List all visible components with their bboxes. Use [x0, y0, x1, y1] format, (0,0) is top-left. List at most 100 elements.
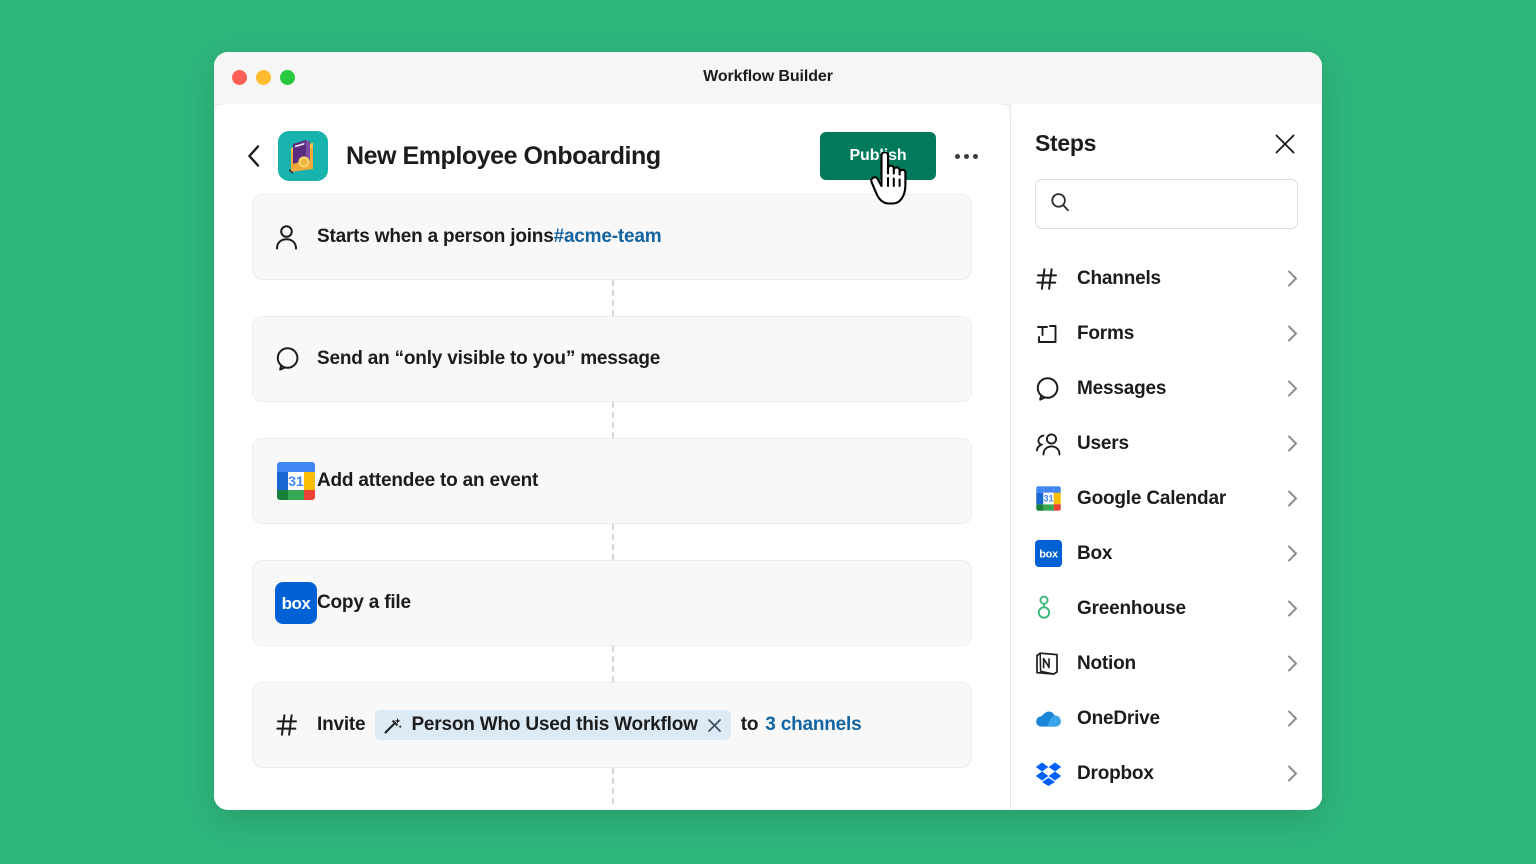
- step-connector: [252, 768, 972, 804]
- dropbox-icon: [1035, 761, 1077, 786]
- workflow-step-message[interactable]: Send an “only visible to you” message: [252, 316, 972, 402]
- step-text-before: Starts when a person joins: [317, 226, 554, 247]
- publish-button[interactable]: Publish: [820, 132, 936, 180]
- message-bubble-glyph: [1036, 376, 1059, 401]
- hash-glyph: [1036, 267, 1057, 290]
- message-bubble-glyph: [276, 347, 299, 371]
- chevron-right-glyph: [1288, 325, 1297, 342]
- chevron-right-icon: [1287, 765, 1298, 782]
- chevron-right-glyph: [1288, 765, 1297, 782]
- notion-icon: [1035, 651, 1077, 676]
- sidebar-item-users[interactable]: Users: [1035, 416, 1298, 471]
- more-options-button[interactable]: [952, 142, 980, 170]
- google-calendar-icon: 31: [275, 460, 317, 502]
- step-connector: [252, 402, 972, 438]
- users-glyph: [1035, 432, 1061, 455]
- workflow-notebook-icon: [278, 131, 328, 181]
- hash-glyph: [276, 714, 297, 736]
- svg-text:box: box: [1039, 548, 1058, 560]
- form-text-icon: [1035, 322, 1077, 346]
- sidebar-item-label: Channels: [1077, 267, 1161, 289]
- step-connector: [252, 524, 972, 560]
- onedrive-icon: [1035, 709, 1077, 729]
- google-calendar-glyph: 31: [277, 462, 315, 500]
- workflow-variable-chip[interactable]: Person Who Used this Workflow: [375, 710, 731, 740]
- chevron-right-glyph: [1288, 655, 1297, 672]
- channel-link[interactable]: #acme-team: [554, 226, 662, 248]
- workflow-step-calendar[interactable]: 31 Add attendee to an event: [252, 438, 972, 524]
- notion-glyph: [1036, 652, 1058, 675]
- sidebar-item-google-calendar[interactable]: 31 Google Calendar: [1035, 471, 1298, 526]
- app-window: Workflow Builder New Employee Onboarding…: [214, 52, 1322, 810]
- chevron-right-icon: [1287, 435, 1298, 452]
- chevron-right-glyph: [1288, 600, 1297, 617]
- sidebar-item-label: Greenhouse: [1077, 597, 1186, 619]
- channels-count-link[interactable]: 3 channels: [765, 714, 861, 736]
- onedrive-glyph: [1036, 711, 1061, 727]
- sidebar-item-label: OneDrive: [1077, 707, 1160, 729]
- magic-wand-icon: [383, 716, 403, 735]
- box-glyph: box: [1035, 540, 1062, 567]
- magic-wand-glyph: [384, 717, 403, 733]
- sidebar-item-forms[interactable]: Forms: [1035, 306, 1298, 361]
- chevron-right-icon: [1287, 270, 1298, 287]
- step-connector: [252, 646, 972, 682]
- sidebar-item-label: Box: [1077, 542, 1113, 564]
- header-actions: Publish: [820, 132, 984, 180]
- sidebar-item-box[interactable]: box Box: [1035, 526, 1298, 581]
- chevron-right-glyph: [1288, 545, 1297, 562]
- chevron-right-icon: [1287, 325, 1298, 342]
- to-word: to: [740, 714, 759, 735]
- sidebar-item-channels[interactable]: Channels: [1035, 251, 1298, 306]
- variable-chip-label: Person Who Used this Workflow: [411, 714, 698, 735]
- dropbox-glyph: [1035, 762, 1062, 786]
- svg-text:31: 31: [1043, 494, 1053, 504]
- window-titlebar: Workflow Builder: [214, 52, 1322, 105]
- workflow-step-label: Invite Person Who Used this Workflow to …: [317, 710, 862, 740]
- form-text-glyph: [1037, 324, 1057, 343]
- sidebar-item-label: Google Calendar: [1077, 487, 1227, 509]
- workflow-steps-canvas: Starts when a person joins #acme-team Se…: [214, 182, 1010, 804]
- sidebar-header: Steps: [1035, 130, 1298, 157]
- sidebar-title: Steps: [1035, 130, 1097, 156]
- greenhouse-glyph: [1037, 595, 1051, 619]
- remove-variable-button[interactable]: [707, 718, 722, 733]
- close-sidebar-button[interactable]: [1272, 131, 1298, 157]
- sidebar-item-label: Users: [1077, 432, 1129, 454]
- sidebar-item-label: Messages: [1077, 377, 1167, 399]
- sidebar-item-label: Notion: [1077, 652, 1136, 674]
- search-box[interactable]: [1035, 179, 1298, 229]
- chevron-right-glyph: [1288, 490, 1297, 507]
- steps-sidebar: Steps Channels Forms Messages Users 31 G…: [1010, 104, 1322, 810]
- window-title: Workflow Builder: [703, 68, 833, 85]
- sidebar-item-dropbox[interactable]: Dropbox: [1035, 746, 1298, 801]
- workflow-main-pane: New Employee Onboarding Publish Starts w…: [214, 104, 1010, 810]
- workflow-step-label: Copy a file: [317, 592, 411, 613]
- window-body: New Employee Onboarding Publish Starts w…: [214, 104, 1322, 810]
- search-glyph: [1051, 192, 1069, 211]
- chevron-right-icon: [1287, 380, 1298, 397]
- workflow-step-box[interactable]: box Copy a file: [252, 560, 972, 646]
- workflow-step-label: Add attendee to an event: [317, 470, 539, 491]
- chevron-right-icon: [1287, 655, 1298, 672]
- users-icon: [1035, 432, 1077, 456]
- workflow-header: New Employee Onboarding Publish: [214, 104, 1010, 182]
- workflow-notebook-glyph: [289, 140, 313, 174]
- sidebar-item-onedrive[interactable]: OneDrive: [1035, 691, 1298, 746]
- workflow-step-invite[interactable]: Invite Person Who Used this Workflow to …: [252, 682, 972, 768]
- chevron-right-icon: [1287, 710, 1298, 727]
- box-icon: box: [275, 582, 317, 624]
- sidebar-item-greenhouse[interactable]: Greenhouse: [1035, 581, 1298, 636]
- sidebar-item-messages[interactable]: Messages: [1035, 361, 1298, 416]
- person-icon: [275, 224, 317, 250]
- chevron-right-glyph: [1288, 435, 1297, 452]
- chevron-right-glyph: [1288, 710, 1297, 727]
- person-glyph: [276, 225, 297, 250]
- chevron-right-icon: [1287, 545, 1298, 562]
- sidebar-item-notion[interactable]: Notion: [1035, 636, 1298, 691]
- workflow-step-trigger[interactable]: Starts when a person joins #acme-team: [252, 194, 972, 280]
- close-icon: [707, 718, 721, 732]
- back-button[interactable]: [240, 143, 266, 169]
- search-input[interactable]: [1080, 194, 1283, 214]
- sidebar-item-label: Forms: [1077, 322, 1135, 344]
